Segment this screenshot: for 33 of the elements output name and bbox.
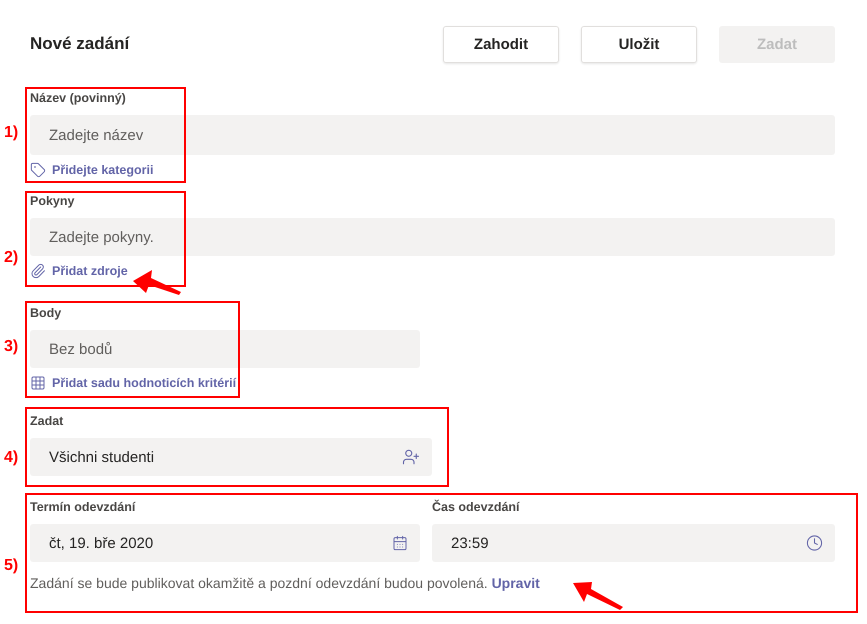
annotation-number: 1) xyxy=(4,124,18,142)
action-button[interactable]: Uložit xyxy=(581,26,697,62)
calendar-icon[interactable] xyxy=(392,535,408,551)
annotation-number: 2) xyxy=(4,249,18,267)
assign-field[interactable]: Všichni studenti xyxy=(30,438,432,476)
annotation-number: 3) xyxy=(4,338,18,356)
input-field[interactable]: Bez bodů xyxy=(30,330,420,368)
field-label: Pokyny xyxy=(30,193,74,209)
field-label: Čas odevzdání xyxy=(432,499,520,515)
annotation-number: 5) xyxy=(4,557,18,575)
add-person-icon[interactable] xyxy=(402,448,420,466)
publish-note: Zadání se bude publikovat okamžitě a pozdní odevzdání budou povolená. Upravit xyxy=(30,575,541,591)
field-label: Termín odevzdání xyxy=(30,499,136,515)
add-link[interactable]: Přidejte kategorii xyxy=(30,162,154,178)
field-label: Body xyxy=(30,305,62,321)
clock-icon[interactable] xyxy=(806,534,823,552)
field-label: Zadat xyxy=(30,413,64,429)
paperclip-icon xyxy=(30,263,46,279)
date-field[interactable]: čt, 19. bře 2020 xyxy=(30,524,420,562)
page-title: Nové zadání xyxy=(30,34,131,54)
annotation-arrow xyxy=(133,270,181,295)
field-label: Název (povinný) xyxy=(30,90,126,106)
add-link[interactable]: Přidat sadu hodnoticích kritérií xyxy=(30,375,236,391)
tag-icon xyxy=(30,162,46,178)
input-field[interactable]: Zadejte pokyny. xyxy=(30,218,835,256)
input-field[interactable]: Zadejte název xyxy=(30,115,835,155)
add-link[interactable]: Přidat zdroje xyxy=(30,263,128,279)
action-button[interactable]: Zahodit xyxy=(443,26,559,62)
annotation-arrow xyxy=(573,582,623,610)
annotation-number: 4) xyxy=(4,449,18,467)
edit-link[interactable]: Upravit xyxy=(492,575,540,591)
time-field[interactable]: 23:59 xyxy=(432,524,835,562)
grid-icon xyxy=(30,375,46,391)
